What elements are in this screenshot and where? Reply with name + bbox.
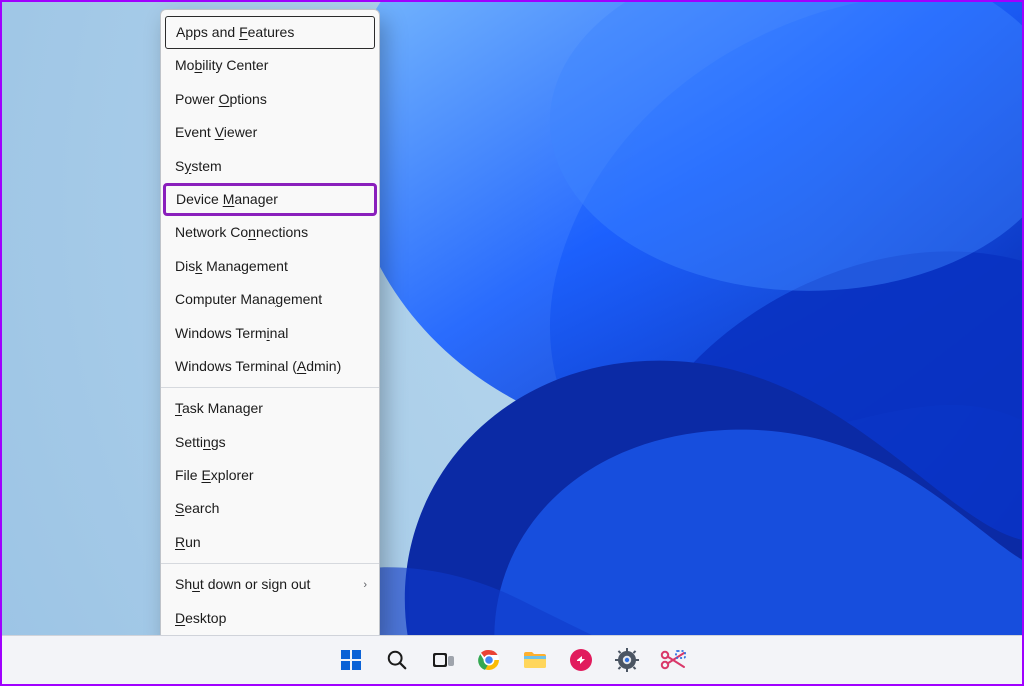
menu-item-task-manager[interactable]: Task Manager [161, 392, 379, 425]
screenshot-frame: Apps and Features Mobility Center Power … [0, 0, 1024, 686]
start-button[interactable] [337, 646, 365, 674]
desktop-wallpaper [2, 2, 1022, 684]
winx-context-menu: Apps and Features Mobility Center Power … [160, 9, 380, 640]
accelerator: D [175, 610, 185, 626]
taskbar-search-button[interactable] [383, 646, 411, 674]
windows-logo-icon [339, 648, 363, 672]
text: earch [184, 500, 219, 516]
taskbar [2, 635, 1022, 684]
search-icon [386, 649, 408, 671]
text: t down or sign out [200, 576, 311, 592]
menu-item-apps-and-features[interactable]: Apps and Features [165, 16, 375, 49]
text: File [175, 467, 201, 483]
taskview-button[interactable] [429, 646, 457, 674]
taskbar-app-chrome[interactable] [475, 646, 503, 674]
text: Device [176, 191, 223, 207]
text: ement [283, 291, 322, 307]
accelerator: T [175, 400, 182, 416]
text: Windows Term [175, 325, 267, 341]
text: nal [270, 325, 289, 341]
menu-item-device-manager[interactable]: Device Manager [163, 183, 377, 216]
menu-item-run[interactable]: Run [161, 526, 379, 559]
text: stem [191, 158, 221, 174]
gear-icon [615, 648, 639, 672]
menu-item-shutdown-submenu[interactable]: Shut down or sign out › [161, 568, 379, 601]
taskbar-app-snipping-tool[interactable] [659, 646, 687, 674]
text: ask Manager [182, 400, 263, 416]
text: Dis [175, 258, 195, 274]
text: Computer Mana [175, 291, 275, 307]
accelerator: n [203, 434, 211, 450]
text: Event [175, 124, 215, 140]
accelerator: F [239, 24, 248, 40]
menu-item-disk-management[interactable]: Disk Management [161, 250, 379, 283]
menu-item-mobility-center[interactable]: Mobility Center [161, 49, 379, 82]
text: ility Center [202, 57, 268, 73]
menu-item-desktop[interactable]: Desktop [161, 602, 379, 635]
antivirus-icon [569, 648, 593, 672]
accelerator: M [223, 191, 235, 207]
taskbar-app-file-explorer[interactable] [521, 646, 549, 674]
text: dmin) [306, 358, 341, 374]
text: xplorer [211, 467, 254, 483]
chevron-right-icon: › [363, 579, 367, 591]
accelerator: A [297, 358, 306, 374]
folder-icon [522, 648, 548, 672]
text: iewer [224, 124, 257, 140]
menu-item-file-explorer[interactable]: File Explorer [161, 459, 379, 492]
text: eatures [248, 24, 295, 40]
text: Apps and [176, 24, 239, 40]
text: ptions [229, 91, 266, 107]
accelerator: E [201, 467, 210, 483]
text: esktop [185, 610, 226, 626]
taskbar-app-settings[interactable] [613, 646, 641, 674]
text: un [185, 534, 201, 550]
menu-item-windows-terminal-admin[interactable]: Windows Terminal (Admin) [161, 350, 379, 383]
text: Sh [175, 576, 192, 592]
text: S [175, 158, 184, 174]
text: Windows Terminal ( [175, 358, 297, 374]
accelerator: S [175, 500, 184, 516]
taskbar-app-antivirus[interactable] [567, 646, 595, 674]
text: Management [202, 258, 288, 274]
text: anager [234, 191, 278, 207]
menu-item-system[interactable]: System [161, 150, 379, 183]
accelerator: u [192, 576, 200, 592]
menu-separator [161, 563, 379, 564]
chrome-icon [477, 648, 501, 672]
menu-item-event-viewer[interactable]: Event Viewer [161, 116, 379, 149]
menu-item-settings[interactable]: Settings [161, 426, 379, 459]
menu-item-network-connections[interactable]: Network Connections [161, 216, 379, 249]
scissors-icon [660, 649, 686, 671]
text: Network Co [175, 224, 248, 240]
text: nections [256, 224, 308, 240]
accelerator: n [248, 224, 256, 240]
menu-separator [161, 387, 379, 388]
text: Mo [175, 57, 194, 73]
accelerator: V [215, 124, 224, 140]
text: Setti [175, 434, 203, 450]
accelerator: R [175, 534, 185, 550]
text: gs [211, 434, 226, 450]
taskview-icon [431, 648, 455, 672]
menu-item-search[interactable]: Search [161, 492, 379, 525]
menu-item-windows-terminal[interactable]: Windows Terminal [161, 317, 379, 350]
menu-item-power-options[interactable]: Power Options [161, 83, 379, 116]
menu-item-computer-management[interactable]: Computer Management [161, 283, 379, 316]
accelerator: O [219, 91, 230, 107]
text: Power [175, 91, 219, 107]
